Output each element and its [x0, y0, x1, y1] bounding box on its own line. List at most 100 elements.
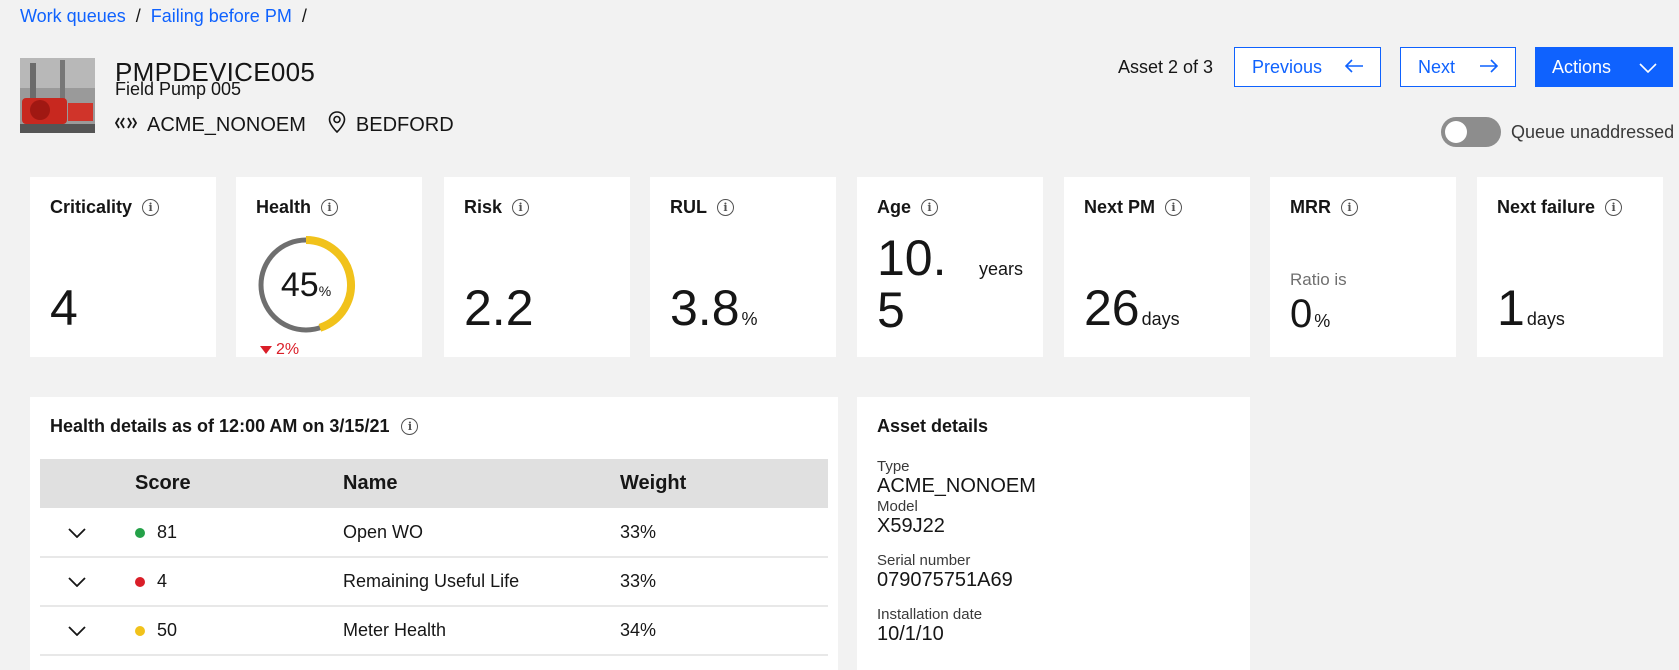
- chevron-down-icon: [68, 577, 86, 588]
- kpi-health-unit: %: [318, 283, 332, 299]
- kpi-rul-unit: %: [741, 309, 758, 329]
- kpi-mrr-label: MRR: [1290, 197, 1331, 217]
- info-icon[interactable]: i: [321, 199, 339, 216]
- kpi-health-value: 45: [280, 266, 319, 304]
- status-dot: [135, 626, 145, 637]
- arrow-right-icon: [1479, 57, 1499, 78]
- expand-row-button[interactable]: [40, 606, 135, 655]
- table-header-row: Score Name Weight: [40, 459, 828, 508]
- breadcrumb-separator: /: [135, 6, 141, 26]
- kpi-next-pm-label: Next PM: [1084, 197, 1156, 217]
- previous-button[interactable]: Previous: [1234, 47, 1381, 87]
- location-pin-icon: [328, 111, 346, 139]
- breadcrumb-failing-before-pm[interactable]: Failing before PM: [151, 6, 292, 27]
- status-dot: [135, 527, 145, 538]
- kpi-risk-label: Risk: [464, 197, 503, 217]
- kpi-age-value-line1: 10.: [877, 230, 947, 286]
- asset-type-tag: ACME_NONOEM: [114, 113, 306, 137]
- kpi-mrr-sub-label: Ratio is: [1290, 270, 1347, 289]
- row-name: Open WO: [343, 521, 424, 542]
- kpi-rul: RUL i 3.8%: [650, 177, 836, 357]
- info-icon[interactable]: i: [1341, 199, 1358, 216]
- kpi-next-failure: Next failure i 1 days: [1477, 177, 1663, 357]
- kpi-next-pm-unit: days: [1141, 309, 1180, 329]
- row-name: Remaining Useful Life: [343, 571, 520, 591]
- kpi-criticality-label: Criticality: [50, 197, 133, 217]
- queue-unaddressed-toggle[interactable]: [1441, 117, 1501, 147]
- kpi-next-pm-value: 26: [1084, 280, 1140, 336]
- health-details-table: Score Name Weight 81 Open WO 33% 4 Remai…: [40, 459, 828, 656]
- asset-type-label: ACME_NONOEM: [147, 113, 306, 136]
- trend-down-icon: [260, 341, 272, 357]
- status-dot: [135, 577, 145, 588]
- asset-location-label: BEDFORD: [355, 113, 454, 136]
- kpi-next-pm: Next PM i 26 days: [1064, 177, 1250, 357]
- arrow-left-icon: [1344, 57, 1364, 78]
- health-change-value: 2%: [276, 341, 300, 357]
- expand-row-button[interactable]: [40, 508, 135, 557]
- kpi-rul-value: 3.8: [670, 280, 740, 336]
- kpi-risk: Risk i 2.2: [444, 177, 630, 357]
- table-row: 81 Open WO 33%: [40, 508, 828, 557]
- breadcrumb-work-queues[interactable]: Work queues: [20, 6, 126, 27]
- asset-name: Field Pump 005: [115, 79, 242, 99]
- info-icon[interactable]: i: [1605, 199, 1623, 216]
- kpi-age-value-line2: 5: [877, 282, 905, 338]
- kpi-criticality-value: 4: [50, 280, 78, 336]
- row-score: 50: [135, 606, 343, 655]
- next-label: Next: [1418, 56, 1456, 77]
- info-icon[interactable]: i: [142, 199, 160, 216]
- row-score-value: 4: [157, 571, 168, 591]
- kpi-rul-label: RUL: [670, 197, 707, 217]
- breadcrumb-separator: /: [301, 6, 307, 26]
- row-score-value: 50: [157, 620, 178, 640]
- next-button[interactable]: Next: [1400, 47, 1516, 87]
- asset-tags: ACME_NONOEM BEDFORD: [114, 111, 464, 139]
- table-row: 50 Meter Health 34%: [40, 606, 828, 655]
- kpi-age: Age i 10. 5 years: [857, 177, 1043, 357]
- info-icon[interactable]: i: [401, 418, 419, 435]
- kpi-age-value: 10. 5: [877, 232, 947, 336]
- column-header-score: Score: [135, 472, 191, 494]
- health-details-panel: Health details as of 12:00 AM on 3/15/21…: [30, 397, 838, 670]
- toggle-knob: [1445, 121, 1467, 143]
- row-name: Meter Health: [343, 620, 447, 640]
- column-header-weight: Weight: [620, 472, 687, 494]
- asset-type-icon: [114, 114, 138, 137]
- row-weight: 33%: [620, 521, 657, 542]
- health-trend: 2%: [260, 341, 299, 357]
- info-icon[interactable]: i: [1165, 199, 1183, 216]
- kpi-mrr-unit: %: [1314, 311, 1331, 331]
- kpi-mrr: MRR i Ratio is 0%: [1270, 177, 1456, 357]
- detail-label-type: Type: [877, 458, 910, 475]
- asset-location-tag: BEDFORD: [328, 111, 454, 139]
- breadcrumb: Work queues / Failing before PM /: [20, 6, 307, 27]
- info-icon[interactable]: i: [717, 199, 734, 216]
- expand-row-button[interactable]: [40, 557, 135, 606]
- detail-label-model: Model: [877, 498, 918, 515]
- detail-value-model: X59J22: [877, 515, 945, 537]
- kpi-risk-value: 2.2: [464, 280, 534, 336]
- actions-button[interactable]: Actions: [1535, 47, 1673, 87]
- previous-label: Previous: [1252, 56, 1323, 77]
- info-icon[interactable]: i: [512, 199, 530, 216]
- kpi-next-failure-unit: days: [1526, 309, 1565, 329]
- kpi-mrr-value: 0: [1290, 292, 1313, 336]
- queue-toggle: Queue unaddressed: [1441, 117, 1674, 147]
- info-icon[interactable]: i: [921, 199, 939, 216]
- detail-label-serial: Serial number: [877, 552, 971, 569]
- detail-value-installation-date: 10/1/10: [877, 623, 944, 645]
- row-score: 4: [135, 557, 343, 606]
- kpi-age-label: Age: [877, 197, 912, 217]
- asset-counter: Asset 2 of 3: [1118, 57, 1214, 77]
- kpi-criticality: Criticality i 4: [30, 177, 216, 357]
- asset-details-title: Asset details: [877, 416, 989, 436]
- column-header-name: Name: [343, 472, 398, 494]
- asset-details-panel: Asset details Type ACME_NONOEM Model X59…: [857, 397, 1250, 670]
- kpi-age-unit: years: [979, 259, 1024, 279]
- chevron-down-icon: [68, 527, 86, 538]
- queue-toggle-label: Queue unaddressed: [1511, 121, 1675, 142]
- row-score-value: 81: [157, 521, 178, 542]
- row-score: 81: [135, 508, 343, 557]
- table-row: 4 Remaining Useful Life 33%: [40, 557, 828, 606]
